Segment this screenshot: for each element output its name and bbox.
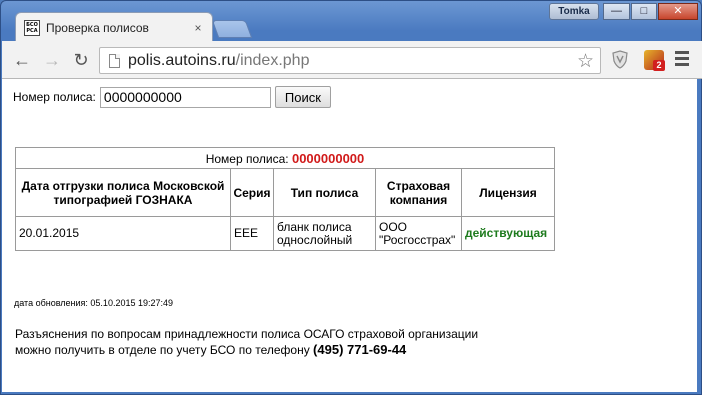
- new-tab-button[interactable]: [211, 20, 253, 38]
- cell-company: ООО "Росгосстрах": [375, 216, 462, 251]
- cell-date: 20.01.2015: [15, 216, 231, 251]
- update-timestamp: дата обновления: 05.10.2015 19:27:49: [14, 298, 174, 308]
- cell-type: бланк полиса однослойный: [273, 216, 376, 251]
- user-profile-badge[interactable]: Tomka: [549, 3, 599, 20]
- search-button[interactable]: Поиск: [274, 86, 331, 108]
- note-line-2: можно получить в отделе по учету БСО по …: [15, 343, 310, 357]
- search-label: Номер полиса:: [13, 90, 96, 104]
- cell-series: ЕЕЕ: [230, 216, 274, 251]
- tab-title: Проверка полисов: [46, 21, 149, 35]
- note-line-1: Разъяснения по вопросам принадлежности п…: [15, 327, 479, 341]
- reload-button[interactable]: ↻: [71, 50, 91, 70]
- bso-rsa-favicon-icon: БСО РСА: [24, 20, 40, 36]
- extension-badge: 2: [653, 60, 665, 71]
- policy-number-caption: Номер полиса: 0000000000: [15, 147, 555, 169]
- policy-result-table: Номер полиса: 0000000000 Дата отгрузки п…: [15, 147, 555, 251]
- close-window-button[interactable]: ✕: [658, 3, 698, 20]
- cell-license-status: действующая: [461, 216, 555, 251]
- url-path: /index.php: [235, 52, 310, 69]
- phone-number: (495) 771-69-44: [313, 342, 407, 357]
- policy-number-input[interactable]: [99, 86, 271, 108]
- maximize-button[interactable]: □: [631, 3, 657, 20]
- tab-policy-check[interactable]: БСО РСА Проверка полисов ×: [15, 12, 213, 41]
- caption-policy-number: 0000000000: [291, 150, 365, 166]
- browser-window: БСО РСА Проверка полисов × Tomka — □ ✕ ←…: [0, 0, 702, 395]
- info-note: Разъяснения по вопросам принадлежности п…: [15, 326, 478, 358]
- page-content: Номер полиса: Поиск Номер полиса: 000000…: [2, 79, 697, 392]
- page-icon: [109, 54, 120, 68]
- minimize-button[interactable]: —: [603, 3, 630, 20]
- table-header-row: Дата отгрузки полиса Московской типограф…: [15, 168, 555, 217]
- search-form: Номер полиса: Поиск: [13, 86, 331, 108]
- forward-button[interactable]: →: [42, 50, 62, 70]
- address-bar[interactable]: polis.autoins.ru/index.php ☆: [99, 47, 601, 74]
- shield-extension-icon[interactable]: [612, 50, 628, 69]
- caption-label: Номер полиса:: [205, 151, 289, 166]
- header-date: Дата отгрузки полиса Московской типограф…: [15, 168, 231, 217]
- bookmark-star-icon[interactable]: ☆: [577, 50, 594, 73]
- tab-strip: БСО РСА Проверка полисов × Tomka — □ ✕: [1, 1, 701, 41]
- browser-toolbar: ← → ↻ polis.autoins.ru/index.php ☆ 2: [2, 41, 702, 79]
- menu-icon[interactable]: [675, 51, 689, 67]
- tab-close-icon[interactable]: ×: [192, 21, 204, 35]
- url-host: polis.autoins.ru: [128, 52, 236, 69]
- header-company: Страховая компания: [375, 168, 462, 217]
- header-type: Тип полиса: [273, 168, 376, 217]
- header-series: Серия: [230, 168, 274, 217]
- url-text[interactable]: polis.autoins.ru/index.php: [128, 52, 309, 70]
- back-button[interactable]: ←: [12, 50, 32, 70]
- table-row: 20.01.2015 ЕЕЕ бланк полиса однослойный …: [15, 216, 555, 251]
- header-license: Лицензия: [461, 168, 555, 217]
